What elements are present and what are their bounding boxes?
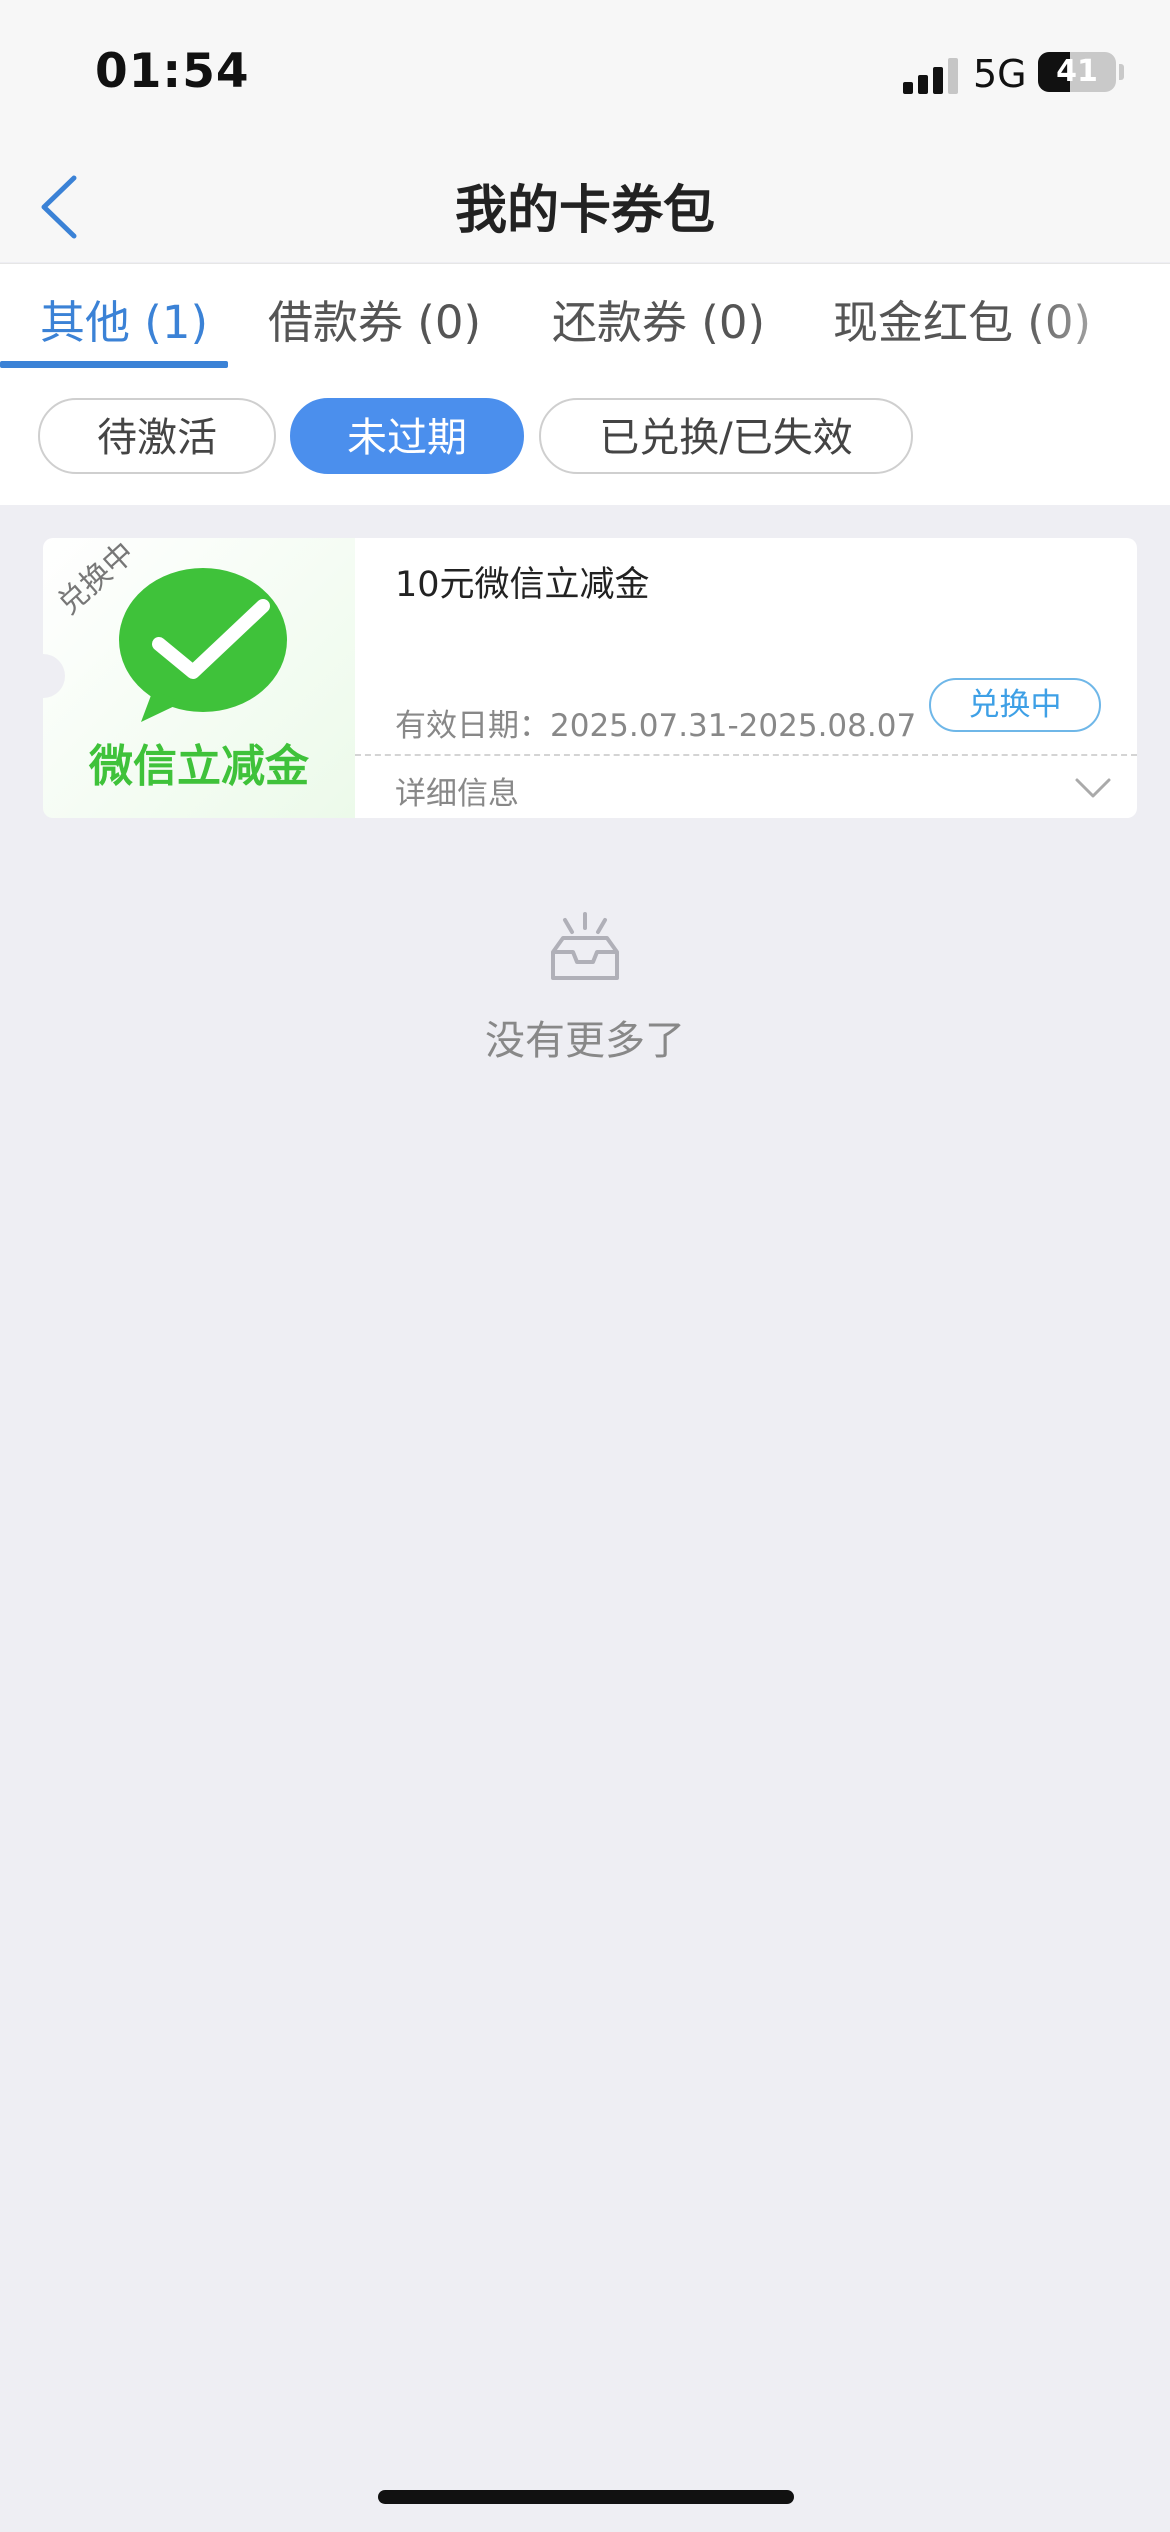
filter-row: 待激活 未过期 已兑换/已失效 [0, 369, 1170, 505]
coupon-notch [21, 654, 65, 698]
filter-redeemed-expired[interactable]: 已兑换/已失效 [539, 398, 913, 474]
filter-not-expired[interactable]: 未过期 [290, 398, 524, 474]
status-badge[interactable]: 兑换中 [929, 678, 1101, 732]
coupon-brand-name: 微信立减金 [89, 741, 309, 792]
tab-other[interactable]: 其他 (1) [40, 286, 208, 351]
coupon-card[interactable]: 兑换中 微信立减金 10元微信立减金 有效日期：2025.07.31-2025.… [21, 538, 1137, 818]
battery-icon: 41 [1038, 52, 1116, 92]
tab-repayment-coupon[interactable]: 还款券 (0) [552, 286, 765, 351]
tab-loan-coupon[interactable]: 借款券 (0) [268, 286, 481, 351]
coupon-brand-panel: 兑换中 微信立减金 [43, 538, 355, 818]
tab-scroll-fade [1020, 264, 1170, 370]
nav-bar: 我的卡券包 [0, 150, 1170, 262]
home-indicator[interactable] [378, 2490, 794, 2504]
chevron-down-icon[interactable] [1073, 774, 1113, 802]
active-tab-indicator [0, 361, 228, 368]
battery-percent: 41 [1056, 54, 1098, 89]
coupon-detail-toggle[interactable]: 详细信息 [395, 768, 519, 813]
filter-pending-activation[interactable]: 待激活 [38, 398, 276, 474]
empty-tray-icon [551, 912, 619, 980]
battery-cap [1119, 64, 1124, 80]
page-title: 我的卡券包 [454, 181, 715, 241]
status-bar: 01:54 5G 41 [0, 0, 1170, 150]
coupon-info-panel: 10元微信立减金 有效日期：2025.07.31-2025.08.07 兑换中 … [355, 538, 1137, 818]
empty-state-text: 没有更多了 [485, 1018, 685, 1064]
coupon-tabs: 其他 (1) 借款券 (0) 还款券 (0) 现金红包 (0) [0, 263, 1170, 370]
coupon-title: 10元微信立减金 [395, 565, 650, 605]
status-time: 01:54 [95, 44, 250, 99]
wechat-pay-icon [119, 568, 287, 722]
signal-icon [903, 58, 958, 94]
coupon-validity: 有效日期：2025.07.31-2025.08.07 [395, 708, 917, 744]
dashed-divider [355, 754, 1137, 756]
network-type: 5G [973, 52, 1027, 96]
